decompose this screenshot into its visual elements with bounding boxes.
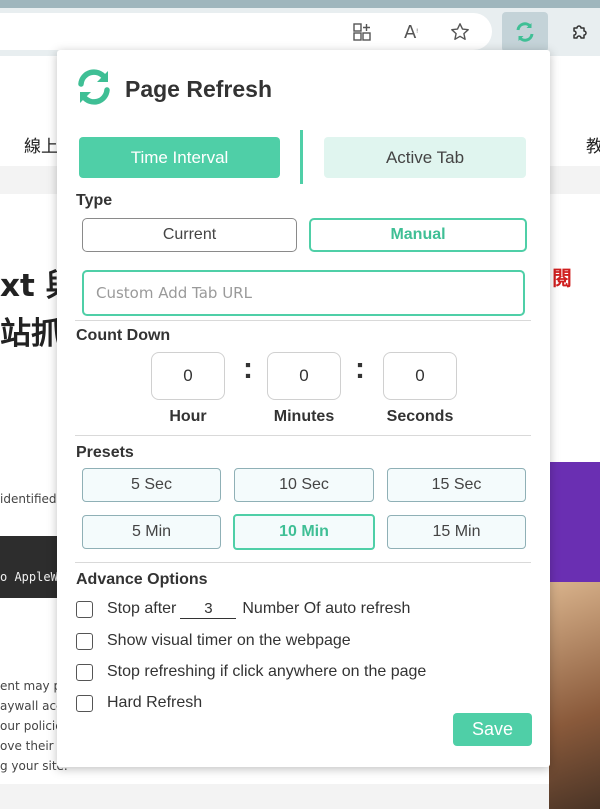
tab-active-tab[interactable]: Active Tab bbox=[324, 137, 526, 178]
bg-title-line-2: 站抓 bbox=[0, 316, 62, 352]
page-refresh-popup: Page Refresh Time Interval Active Tab Ty… bbox=[57, 50, 550, 767]
stop-after-row: Stop after Number Of auto refresh bbox=[76, 598, 410, 620]
preset-10-min[interactable]: 10 Min bbox=[233, 514, 375, 550]
minutes-input[interactable] bbox=[267, 352, 341, 400]
hour-input[interactable] bbox=[151, 352, 225, 400]
divider bbox=[75, 320, 531, 321]
bg-photo bbox=[549, 582, 600, 809]
bg-code-text: o AppleW bbox=[0, 570, 58, 584]
time-separator: : bbox=[243, 352, 253, 385]
bg-ad-banner bbox=[549, 462, 600, 582]
divider bbox=[75, 562, 531, 563]
hard-refresh-row: Hard Refresh bbox=[76, 692, 202, 714]
time-separator: : bbox=[355, 352, 365, 385]
advance-options-label: Advance Options bbox=[76, 571, 208, 588]
apps-icon[interactable] bbox=[348, 18, 376, 46]
preset-5-sec[interactable]: 5 Sec bbox=[82, 468, 221, 502]
preset-5-min[interactable]: 5 Min bbox=[82, 515, 221, 549]
popup-title: Page Refresh bbox=[125, 76, 273, 102]
save-button[interactable]: Save bbox=[453, 713, 532, 746]
seconds-input[interactable] bbox=[383, 352, 457, 400]
read-aloud-icon[interactable]: Aᵎ bbox=[397, 18, 425, 46]
hard-refresh-label: Hard Refresh bbox=[107, 694, 203, 711]
type-manual-button[interactable]: Manual bbox=[309, 218, 527, 252]
bg-nav-left: 線上 bbox=[24, 137, 58, 157]
type-current-button[interactable]: Current bbox=[82, 218, 297, 252]
tab-divider bbox=[300, 130, 303, 184]
bg-snippet: our policie bbox=[0, 719, 63, 733]
visual-timer-row: Show visual timer on the webpage bbox=[76, 630, 351, 652]
stop-after-checkbox[interactable] bbox=[76, 600, 93, 618]
stop-on-click-checkbox[interactable] bbox=[76, 663, 93, 681]
hard-refresh-checkbox[interactable] bbox=[76, 694, 93, 712]
minutes-label: Minutes bbox=[273, 408, 335, 425]
page-refresh-extension-icon[interactable] bbox=[511, 18, 539, 46]
bg-code-block bbox=[0, 536, 58, 598]
visual-timer-checkbox[interactable] bbox=[76, 632, 93, 650]
favorite-star-icon[interactable] bbox=[446, 18, 474, 46]
countdown-label: Count Down bbox=[76, 327, 171, 344]
stop-on-click-row: Stop refreshing if click anywhere on the… bbox=[76, 661, 426, 683]
hour-label: Hour bbox=[169, 408, 207, 425]
refresh-logo-icon bbox=[75, 68, 113, 106]
bg-snippet: ent may p bbox=[0, 679, 62, 693]
stop-after-count-input[interactable] bbox=[180, 599, 237, 619]
stop-after-suffix: Number Of auto refresh bbox=[242, 600, 411, 617]
stop-on-click-label: Stop refreshing if click anywhere on the… bbox=[107, 663, 427, 680]
presets-label: Presets bbox=[76, 444, 134, 461]
divider bbox=[75, 435, 531, 436]
stop-after-prefix: Stop after bbox=[107, 600, 177, 617]
visual-timer-label: Show visual timer on the webpage bbox=[107, 632, 351, 649]
seconds-label: Seconds bbox=[386, 408, 454, 425]
bg-snippet: ove their d bbox=[0, 739, 66, 753]
preset-15-sec[interactable]: 15 Sec bbox=[387, 468, 526, 502]
preset-10-sec[interactable]: 10 Sec bbox=[234, 468, 374, 502]
bg-nav-right: 教 bbox=[586, 137, 600, 157]
tab-time-interval[interactable]: Time Interval bbox=[79, 137, 280, 178]
bg-snippet: aywall acc bbox=[0, 699, 63, 713]
bg-snippet: identified bbox=[0, 492, 57, 506]
bg-red-text: 閱 bbox=[552, 266, 572, 290]
type-label: Type bbox=[76, 192, 113, 209]
preset-15-min[interactable]: 15 Min bbox=[387, 515, 526, 549]
custom-tab-url-input[interactable] bbox=[82, 270, 525, 316]
extensions-puzzle-icon[interactable] bbox=[566, 18, 594, 46]
